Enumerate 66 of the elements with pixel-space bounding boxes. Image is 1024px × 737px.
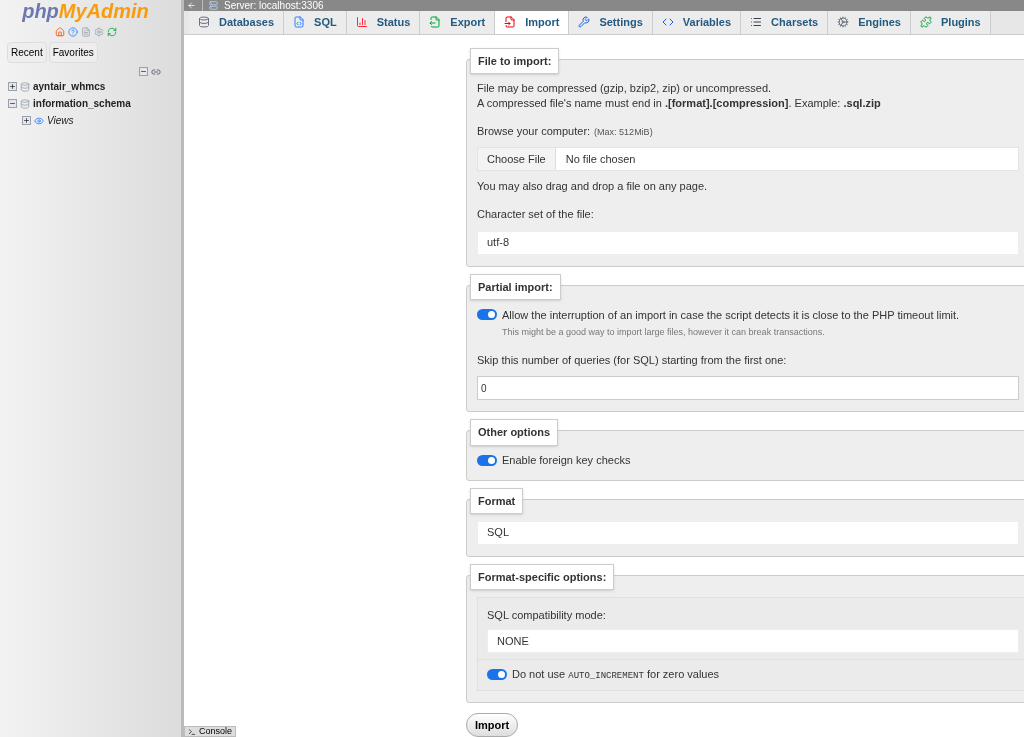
nav-tab[interactable]: Status xyxy=(346,11,421,34)
link-icon[interactable] xyxy=(151,67,161,77)
import-button[interactable]: Import xyxy=(466,712,519,737)
file-status: No file chosen xyxy=(564,151,637,167)
nav-tab[interactable]: Settings xyxy=(569,11,653,34)
nav-tab[interactable]: Export xyxy=(420,11,496,34)
tree-item[interactable]: ayntair_whmcs xyxy=(33,79,106,94)
sidebar-tab[interactable]: Favorites xyxy=(48,42,98,63)
nav-tab[interactable]: Databases xyxy=(189,11,285,34)
collapse-all-icon[interactable] xyxy=(139,67,148,76)
description-text: File may be compressed (gzip, bzip2, zip) or uncompressed. A compressed file's name must end in .[format].[compression]. Example: .sql.zip xyxy=(477,80,882,111)
dropdown[interactable]: utf-8 xyxy=(477,230,1019,255)
choose-file-button[interactable]: Choose File xyxy=(478,148,556,170)
option-label: Do not use AUTO_INCREMENT for zero values xyxy=(512,667,720,683)
nav-tab[interactable]: Import xyxy=(495,11,570,34)
file-input[interactable]: Choose File No file chosen xyxy=(477,147,1019,171)
fieldset-legend: Format-specific options: xyxy=(470,563,615,590)
toggle-switch[interactable] xyxy=(477,309,497,321)
file-export-icon xyxy=(429,16,442,29)
view-icon xyxy=(34,115,44,126)
database-icon xyxy=(20,98,30,109)
input-field[interactable]: 0 xyxy=(477,376,1019,400)
puzzle-icon xyxy=(920,16,932,29)
description-text: You may also drag and drop a file on any page. xyxy=(477,179,709,194)
console-icon xyxy=(188,727,196,736)
collapse-icon[interactable] xyxy=(8,99,17,108)
fieldset-legend: File to import: xyxy=(470,47,560,74)
server-title[interactable]: Server: localhost:3306 xyxy=(224,0,324,11)
database-icon xyxy=(198,16,210,29)
server-icon xyxy=(209,1,218,11)
tree-item[interactable]: Views xyxy=(47,113,74,128)
nav-tab[interactable]: Charsets xyxy=(741,11,829,34)
list-icon xyxy=(750,16,763,29)
nav-tab[interactable]: SQL xyxy=(284,11,347,34)
logo[interactable]: phpMyAdmin xyxy=(22,1,149,21)
nav-tab[interactable]: Plugins xyxy=(911,11,991,34)
nav-tab[interactable]: Variables xyxy=(652,11,742,34)
fieldset-legend: Format xyxy=(470,487,524,514)
field-label: Skip this number of queries (for SQL) starting from the first one: xyxy=(477,352,787,368)
option-label: Allow the interruption of an import in case the script detects it is close to the PHP timeout limit. xyxy=(502,307,960,323)
dropdown[interactable]: NONE xyxy=(487,629,1019,653)
gear-icon xyxy=(837,16,850,29)
toggle-switch[interactable] xyxy=(477,454,497,466)
field-label: SQL compatibility mode: xyxy=(487,607,606,623)
fieldset-legend: Partial import: xyxy=(470,273,561,300)
hint-text: This might be a good way to import large files, however it can break transactions. xyxy=(501,326,826,339)
wrench-icon xyxy=(578,16,591,29)
expand-icon[interactable] xyxy=(8,82,17,91)
script-icon xyxy=(293,16,306,29)
field-label: Character set of the file: xyxy=(477,207,594,222)
dropdown[interactable]: SQL xyxy=(477,520,1019,545)
nav-tab[interactable]: Engines xyxy=(828,11,911,34)
expand-icon[interactable] xyxy=(22,116,31,125)
home-icon[interactable] xyxy=(54,27,65,37)
bar-chart-icon xyxy=(355,16,368,29)
toggle-switch[interactable] xyxy=(487,669,507,681)
back-arrow-icon[interactable] xyxy=(187,1,196,11)
database-icon xyxy=(20,81,30,92)
fieldset-legend: Other options xyxy=(470,419,559,446)
size-limit-note: (Max: 512MiB) xyxy=(594,125,653,139)
field-label: Browse your computer: xyxy=(477,123,591,139)
file-import-icon xyxy=(504,16,517,29)
option-label: Enable foreign key checks xyxy=(502,453,631,468)
sidebar-tab[interactable]: Recent xyxy=(7,42,47,63)
tree-item[interactable]: information_schema xyxy=(33,96,131,111)
console-tab[interactable]: Console xyxy=(184,726,237,737)
